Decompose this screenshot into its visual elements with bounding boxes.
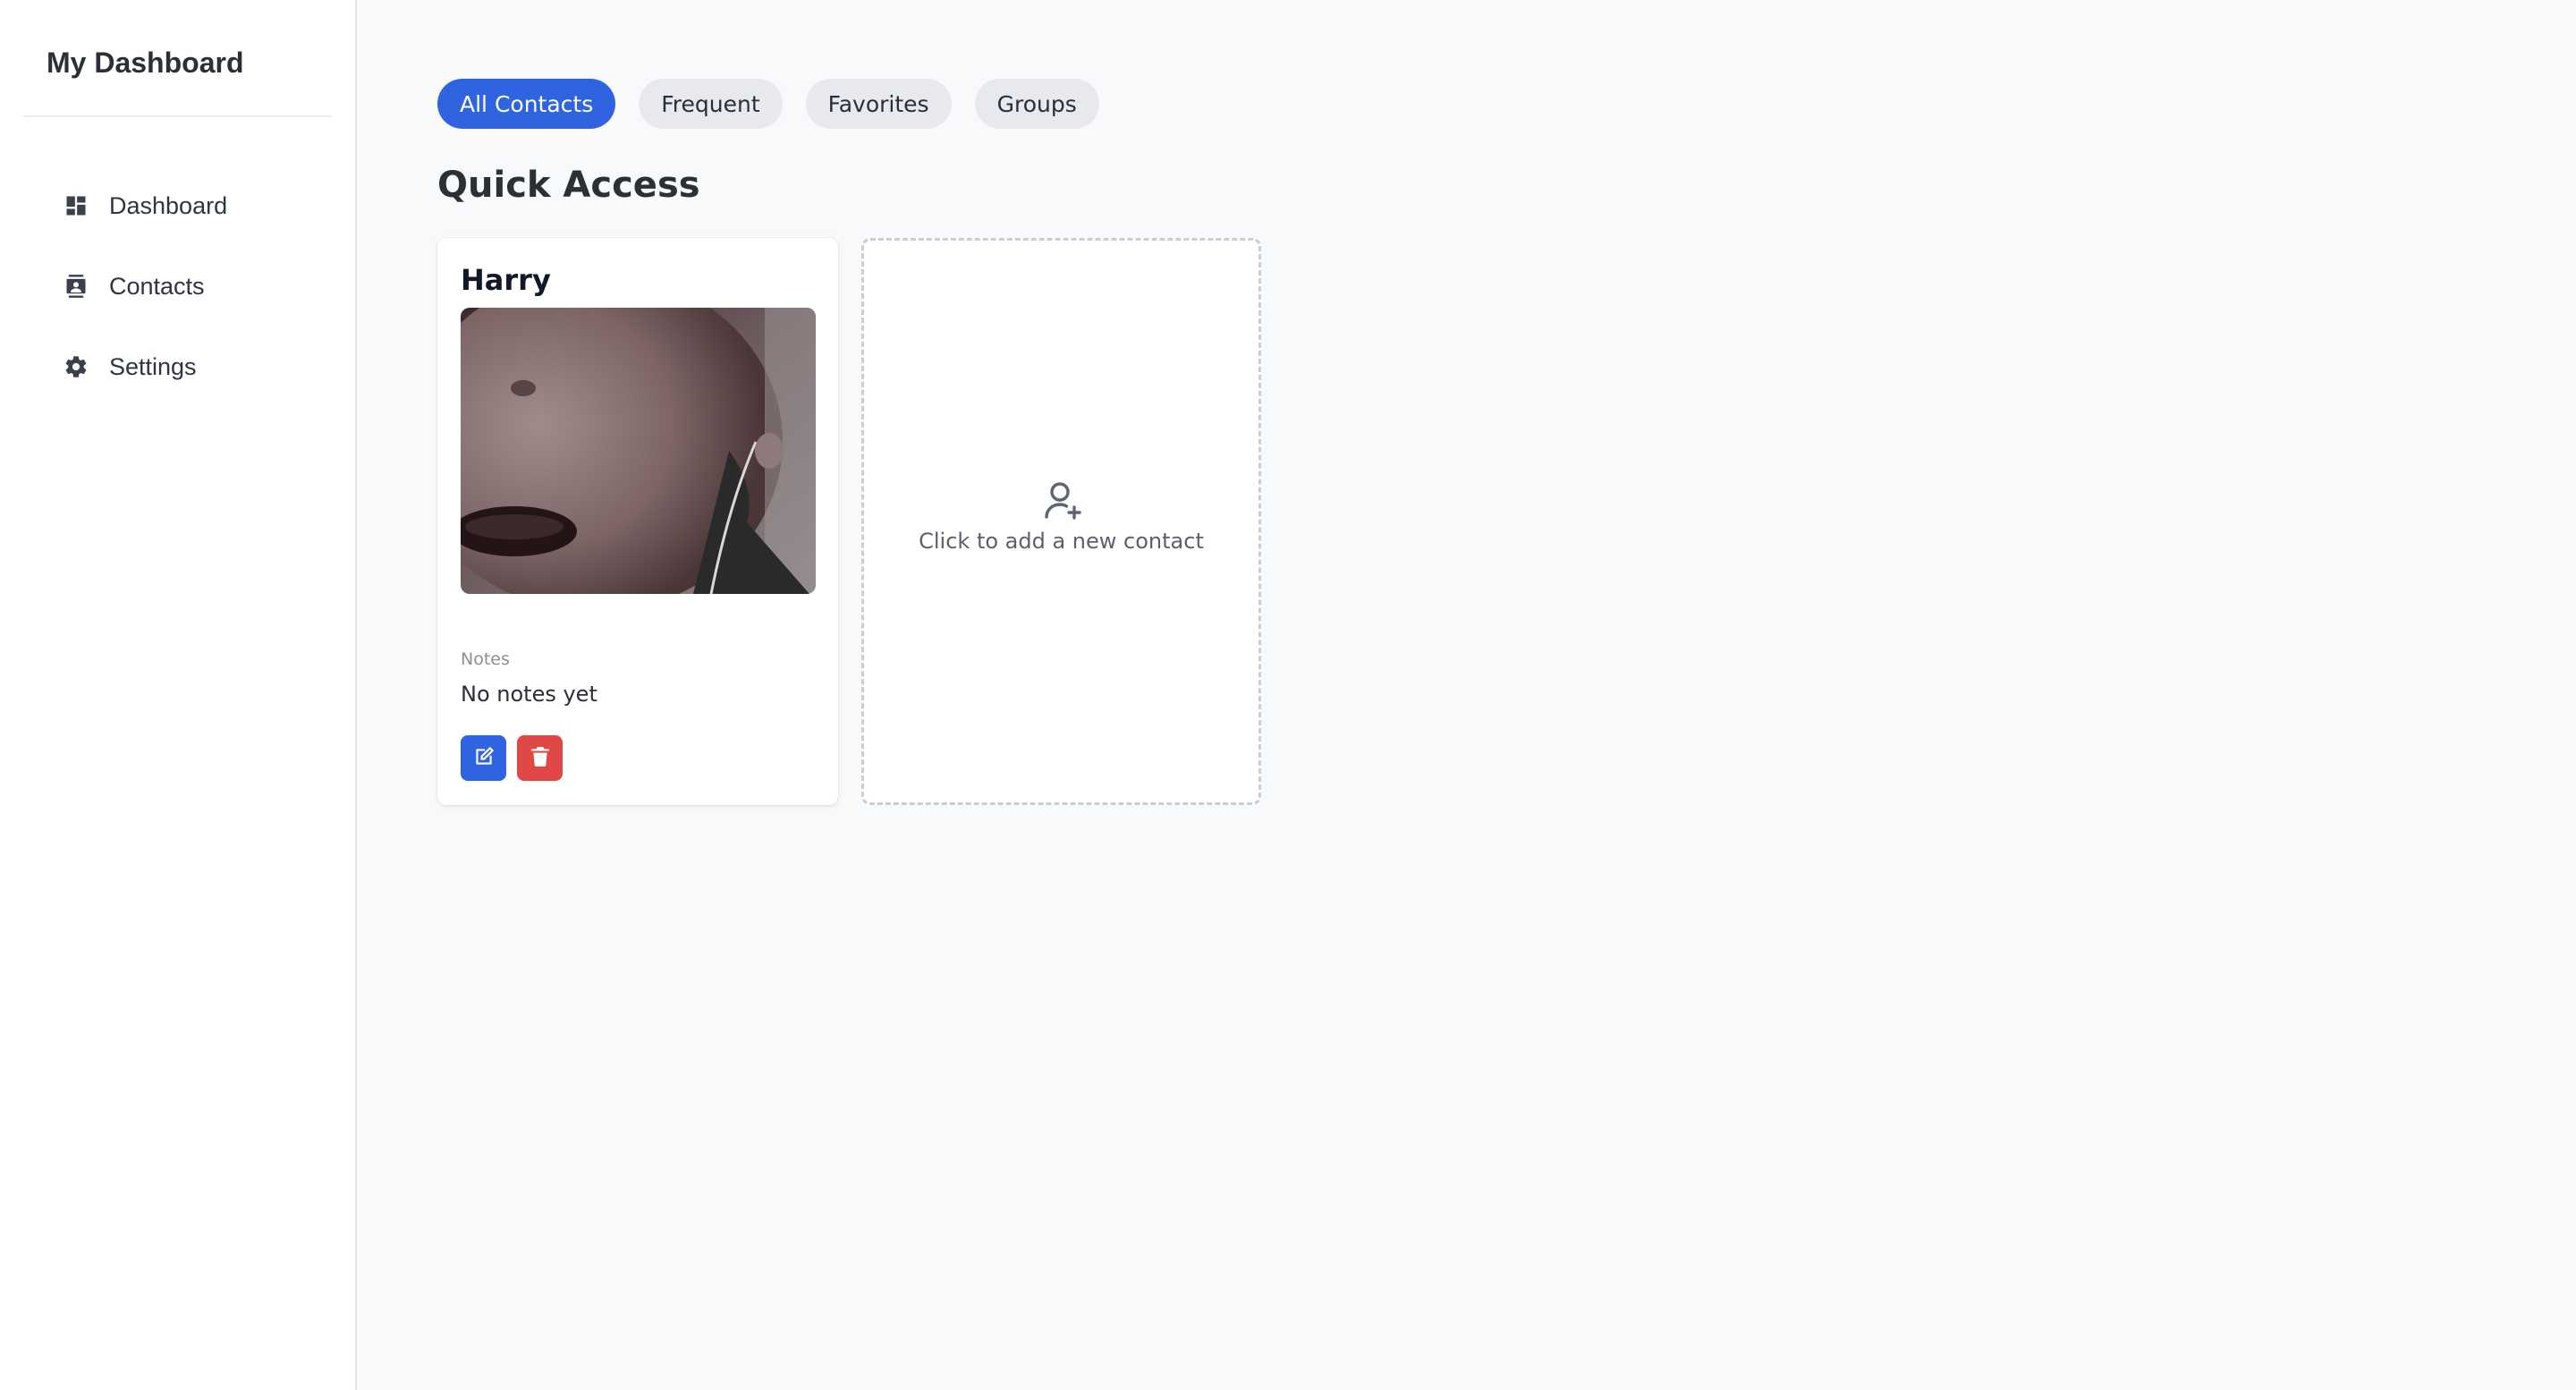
add-contact-card[interactable]: Click to add a new contact [861, 238, 1261, 805]
edit-button[interactable] [461, 735, 506, 781]
sidebar-item-label: Dashboard [109, 191, 228, 219]
delete-button[interactable] [517, 735, 563, 781]
contact-photo [461, 308, 816, 594]
filter-tabs: All Contacts Frequent Favorites Groups [437, 79, 1099, 129]
sidebar-item-label: Settings [109, 352, 197, 380]
add-contact-text: Click to add a new contact [919, 529, 1204, 554]
brand-title: My Dashboard [23, 0, 332, 117]
contact-card[interactable]: Harry Notes No notes yet [437, 238, 838, 805]
sidebar-item-dashboard[interactable]: Dashboard [0, 165, 355, 246]
contacts-icon [63, 273, 89, 300]
tab-favorites[interactable]: Favorites [805, 79, 952, 129]
user-plus-icon [1038, 477, 1085, 523]
app-root: My Dashboard Dashboard Contacts Settings [0, 0, 2576, 1390]
sidebar-item-settings[interactable]: Settings [0, 326, 355, 407]
tab-groups[interactable]: Groups [974, 79, 1099, 129]
dashboard-icon [63, 192, 89, 219]
notes-value: No notes yet [461, 682, 597, 707]
sidebar-item-label: Contacts [109, 272, 205, 300]
sidebar-item-contacts[interactable]: Contacts [0, 246, 355, 326]
section-title: Quick Access [437, 165, 700, 206]
edit-icon [472, 745, 496, 771]
trash-icon [529, 745, 552, 771]
tab-frequent[interactable]: Frequent [639, 79, 783, 129]
sidebar-nav: Dashboard Contacts Settings [0, 117, 355, 407]
gear-icon [63, 353, 89, 380]
contact-name: Harry [461, 263, 551, 297]
sidebar: My Dashboard Dashboard Contacts Settings [0, 0, 357, 1390]
card-actions [461, 735, 563, 781]
tab-all-contacts[interactable]: All Contacts [437, 79, 616, 129]
main-content: All Contacts Frequent Favorites Groups Q… [357, 0, 2576, 1390]
notes-label: Notes [461, 649, 510, 669]
